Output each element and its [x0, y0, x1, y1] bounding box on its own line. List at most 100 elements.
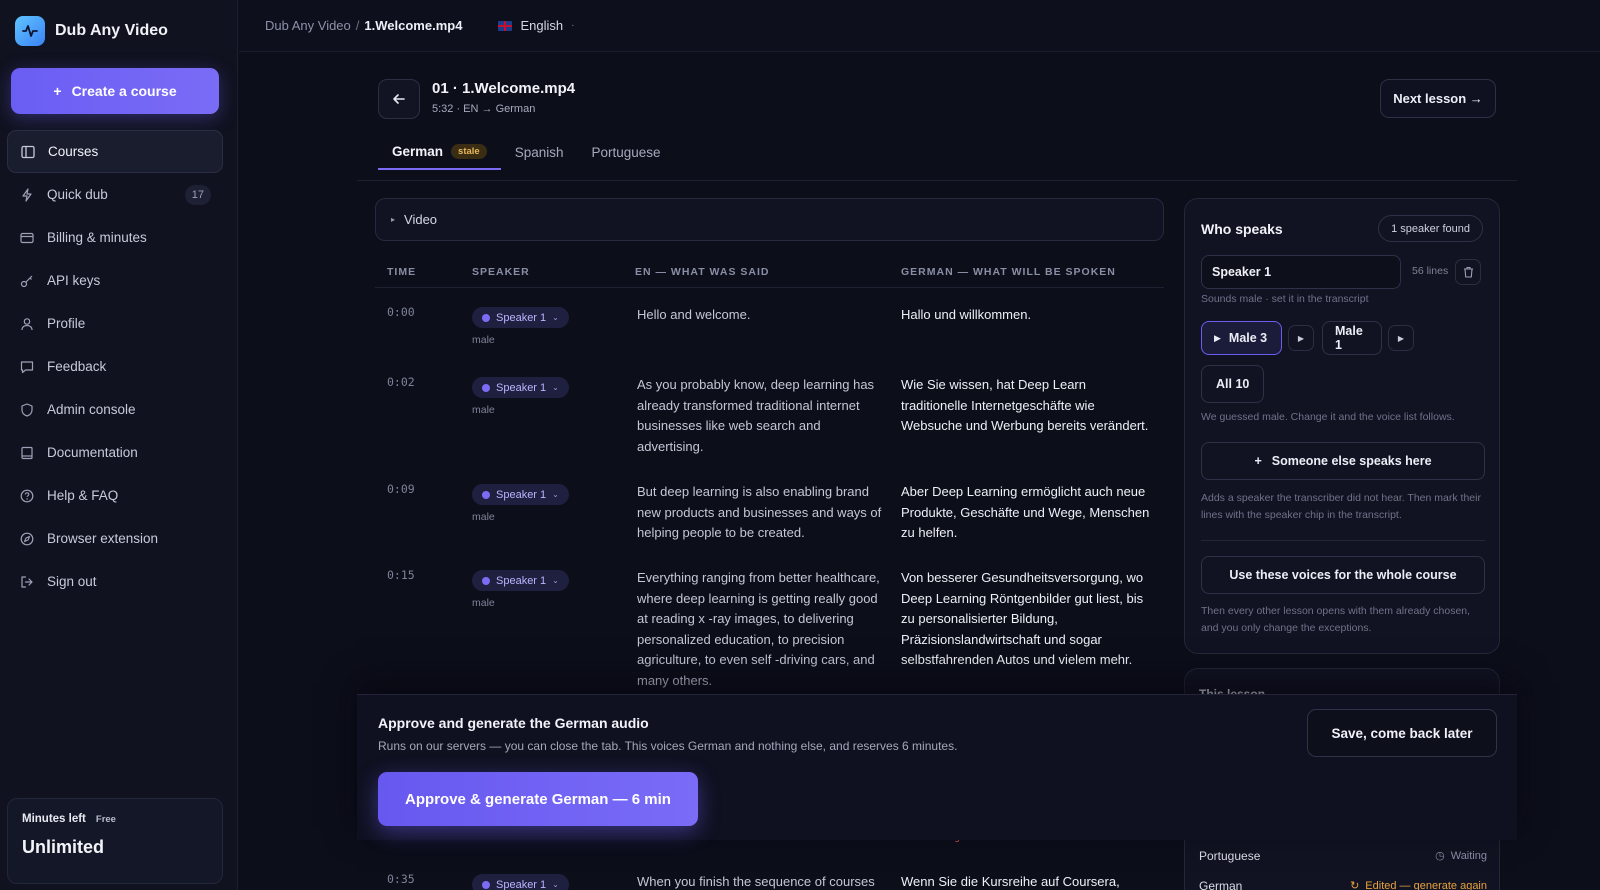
chevron-down-icon: ⌄	[552, 880, 559, 889]
row-en-text: But deep learning is also enabling brand…	[637, 484, 882, 540]
back-button[interactable]	[378, 79, 420, 119]
delete-speaker-button[interactable]	[1455, 259, 1481, 285]
voice-label: Male 1	[1335, 324, 1363, 352]
sidebar-item-label: Help & FAQ	[47, 488, 119, 503]
add-speaker-button[interactable]: + Someone else speaks here	[1201, 442, 1485, 480]
play-icon: ▶	[1297, 333, 1305, 343]
panel-divider	[1201, 540, 1485, 541]
sidebar-item-label: Sign out	[47, 574, 97, 589]
row-german-text[interactable]: Von besserer Gesundheitsversorgung, wo D…	[901, 568, 1156, 671]
lesson-meta: 5:32 · EN → German	[432, 103, 536, 115]
sidebar-item-label: Admin console	[47, 402, 136, 417]
preview-male-3-button[interactable]: ▶	[1288, 325, 1314, 351]
speaker-lines-count: 56 lines	[1412, 265, 1449, 277]
video-panel-toggle[interactable]: ▸ Video	[375, 198, 1164, 241]
key-icon	[19, 273, 35, 289]
row-german-text[interactable]: Wenn Sie die Kursreihe auf Coursera,	[901, 872, 1156, 890]
speaker-dot-icon	[482, 313, 490, 322]
sidebar-item-help[interactable]: Help & FAQ	[7, 474, 223, 517]
sidebar-item-label: Quick dub	[47, 187, 108, 202]
voice-male-1-button[interactable]: Male 1	[1322, 321, 1382, 355]
sidebar-item-billing[interactable]: Billing & minutes	[7, 216, 223, 259]
language-selector[interactable]: English ·	[498, 18, 574, 33]
voice-male-3-button[interactable]: ▶ Male 3	[1201, 321, 1282, 355]
user-icon	[19, 316, 35, 332]
sidebar-item-profile[interactable]: Profile	[7, 302, 223, 345]
sidebar-item-browser-extension[interactable]: Browser extension	[7, 517, 223, 560]
speakers-found-badge: 1 speaker found	[1378, 215, 1483, 242]
sidebar-item-quick-dub[interactable]: Quick dub 17	[7, 173, 223, 216]
video-panel-label: Video	[404, 212, 438, 227]
sidebar-item-sign-out[interactable]: Sign out	[7, 560, 223, 603]
tab-portuguese[interactable]: Portuguese	[577, 134, 674, 170]
transcript-table-header: TIME SPEAKER EN — WHAT WAS SAID GERMAN —…	[375, 258, 1164, 288]
sidebar-item-documentation[interactable]: Documentation	[7, 431, 223, 474]
tab-label: Portuguese	[591, 144, 661, 160]
sidebar-item-api-keys[interactable]: API keys	[7, 259, 223, 302]
plus-icon: +	[53, 83, 62, 99]
speaker-gender: male	[472, 404, 495, 416]
lesson-title: 01 · 1.Welcome.mp4	[432, 80, 576, 97]
waveform-logo-icon	[15, 16, 45, 46]
sidebar-nav: Courses Quick dub 17 Billing & minutes A…	[7, 130, 223, 603]
use-voices-whole-course-button[interactable]: Use these voices for the whole course	[1201, 556, 1485, 594]
plus-icon: +	[1254, 454, 1262, 468]
clock-icon: ◷	[1435, 850, 1445, 862]
tab-german[interactable]: German stale	[378, 134, 501, 170]
speaker-chip[interactable]: Speaker 1 ⌄	[472, 377, 569, 398]
next-lesson-button[interactable]: Next lesson →	[1380, 79, 1496, 118]
create-course-label: Create a course	[71, 83, 177, 99]
sidebar-item-admin-console[interactable]: Admin console	[7, 388, 223, 431]
plan-badge: Free	[95, 813, 116, 825]
row-en-text: When you finish the sequence of courses	[637, 874, 875, 889]
add-speaker-label: Someone else speaks here	[1271, 454, 1432, 468]
speaker-chip[interactable]: Speaker 1 ⌄	[472, 874, 569, 890]
sidebar-item-courses[interactable]: Courses	[7, 130, 223, 173]
sidebar-item-feedback[interactable]: Feedback	[7, 345, 223, 388]
brand[interactable]: Dub Any Video	[15, 16, 168, 46]
topbar: Dub Any Video / 1.Welcome.mp4 English ·	[239, 0, 1600, 52]
save-later-button[interactable]: Save, come back later	[1307, 709, 1497, 757]
approve-title: Approve and generate the German audio	[378, 715, 649, 731]
row-en-text: Everything ranging from better healthcar…	[637, 570, 880, 688]
bolt-icon	[19, 187, 35, 203]
create-course-button[interactable]: + Create a course	[11, 68, 219, 114]
speaker-gender: male	[472, 334, 495, 346]
speaker-chip[interactable]: Speaker 1 ⌄	[472, 307, 569, 328]
breadcrumb-root[interactable]: Dub Any Video	[265, 18, 351, 33]
row-german-text[interactable]: Hallo und willkommen.	[901, 305, 1156, 326]
arrow-left-icon	[393, 94, 405, 104]
book-open-icon	[20, 144, 36, 160]
play-icon: ▶	[1214, 332, 1221, 343]
row-time: 0:35	[387, 872, 415, 886]
row-german-text[interactable]: Aber Deep Learning ermöglicht auch neue …	[901, 482, 1156, 544]
speaker-chip-label: Speaker 1	[496, 574, 547, 587]
speaker-chip-label: Speaker 1	[496, 381, 547, 394]
speaker-name-input[interactable]: Speaker 1	[1201, 255, 1401, 289]
approve-generate-button[interactable]: Approve & generate German — 6 min	[378, 772, 698, 826]
sidebar-item-label: Profile	[47, 316, 86, 331]
help-circle-icon	[19, 488, 35, 504]
tab-spanish[interactable]: Spanish	[501, 134, 578, 170]
speaker-chip[interactable]: Speaker 1 ⌄	[472, 570, 569, 591]
speaker-chip-label: Speaker 1	[496, 311, 547, 324]
row-german-text[interactable]: Wie Sie wissen, hat Deep Learn tradition…	[901, 375, 1156, 437]
caret-right-icon: ▸	[391, 215, 396, 224]
sign-out-icon	[19, 574, 35, 590]
all-voices-button[interactable]: All 10	[1201, 365, 1265, 403]
guess-hint: We guessed male. Change it and the voice…	[1201, 411, 1455, 423]
tab-label: Spanish	[514, 144, 564, 160]
speaker-chip[interactable]: Speaker 1 ⌄	[472, 484, 569, 505]
trash-icon	[1463, 266, 1473, 278]
sidebar-item-label: Courses	[48, 144, 99, 159]
chevron-down-icon: ·	[571, 20, 575, 31]
preview-male-1-button[interactable]: ▶	[1388, 325, 1414, 351]
minutes-left-label: Minutes left Free	[22, 813, 208, 825]
row-time: 0:09	[387, 482, 415, 496]
chevron-down-icon: ⌄	[552, 313, 559, 322]
speaker-dot-icon	[482, 880, 490, 889]
message-icon	[19, 359, 35, 375]
quick-dub-count-badge: 17	[184, 185, 211, 205]
speaker-chip-label: Speaker 1	[496, 488, 547, 501]
speaker-dot-icon	[482, 490, 490, 499]
